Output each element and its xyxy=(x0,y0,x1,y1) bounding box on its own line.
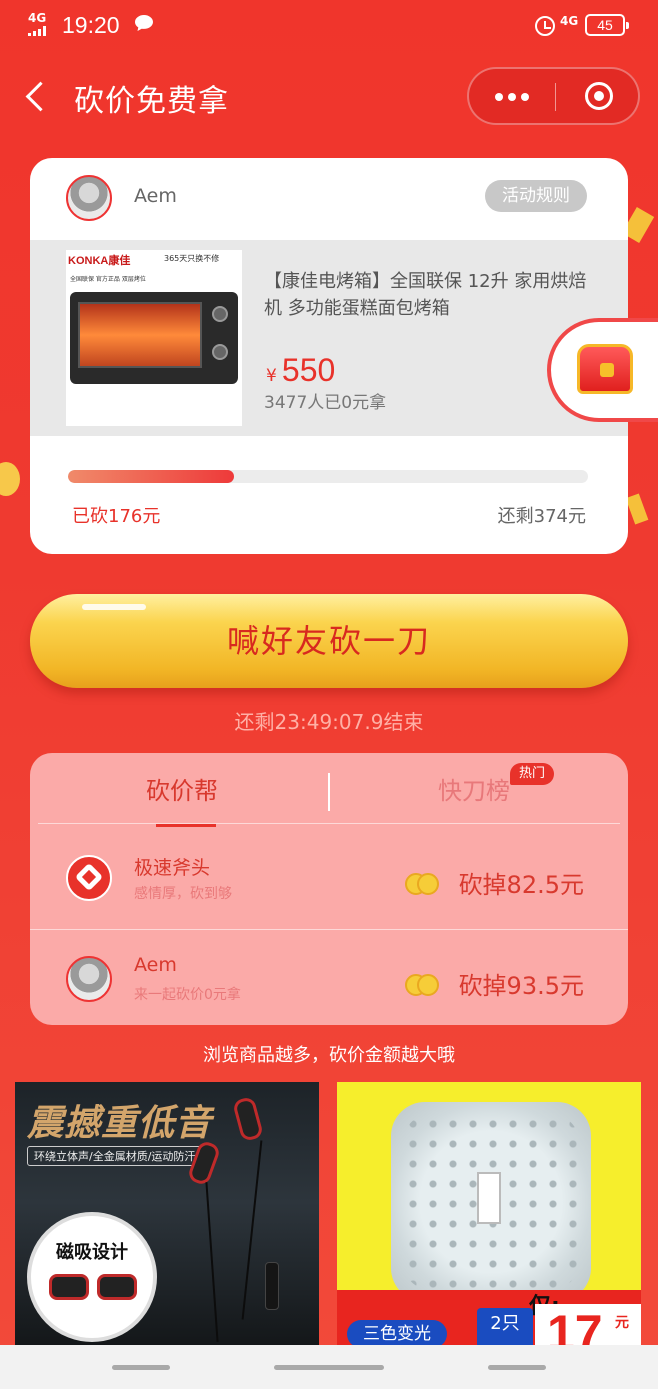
avatar xyxy=(66,956,112,1002)
remote-control-image xyxy=(265,1262,279,1310)
helper-message: 来一起砍价0元拿 xyxy=(134,987,241,1003)
avatar xyxy=(66,175,112,221)
earbud-image xyxy=(231,1095,265,1143)
quantity-tag: 2只 xyxy=(477,1308,533,1350)
alarm-icon xyxy=(535,16,555,36)
magnetic-badge: 磁吸设计 xyxy=(27,1212,157,1342)
product-image-slogan: 365天只换不修 xyxy=(164,254,220,263)
promo-price: 17 元 xyxy=(535,1304,641,1350)
countdown-timer: 还剩23:49:07.9结束 xyxy=(234,710,424,734)
cut-progress-bar xyxy=(68,470,588,483)
signal-icon xyxy=(28,26,48,36)
treasure-chest-button[interactable] xyxy=(547,318,658,422)
cut-amount: 砍掉82.5元 xyxy=(458,871,584,899)
helper-name: 极速斧头 xyxy=(134,857,211,879)
more-dots-icon[interactable] xyxy=(469,69,555,123)
helper-message: 感情厚，砍到够 xyxy=(134,886,232,902)
promo-price-value: 17 xyxy=(547,1305,603,1350)
recommended-product-led-panel[interactable]: 三色变光 仅: 2只 17 元 xyxy=(337,1082,641,1350)
menu-nav-button[interactable] xyxy=(112,1365,170,1370)
status-bar: 4G 19:20 4G 45 xyxy=(0,0,658,54)
invite-friend-button[interactable]: 喊好友砍一刀 xyxy=(30,594,628,688)
network-type: 4G xyxy=(28,11,47,25)
cut-amount: 砍掉93.5元 xyxy=(458,972,584,1000)
product-price: ¥ 550 xyxy=(266,352,335,389)
close-target-icon[interactable] xyxy=(556,69,640,123)
chest-lock xyxy=(600,363,614,377)
cut-progress-fill xyxy=(68,470,235,483)
user-name: Aem xyxy=(134,185,177,207)
oven-window xyxy=(78,302,202,368)
remaining-amount: 还剩374元 xyxy=(497,506,586,527)
promo-subtitle: 环绕立体声/全金属材质/运动防汗 xyxy=(27,1146,203,1166)
nav-bar: 砍价免费拿 xyxy=(0,54,658,138)
product-image[interactable]: KONKA康佳 365天只换不修 全国联保 官方正品 双层烤位 xyxy=(66,250,242,426)
led-driver xyxy=(477,1172,501,1224)
hot-badge: 热门 xyxy=(510,763,554,785)
list-item: Aem 来一起砍价0元拿 砍掉93.5元 xyxy=(30,929,628,1025)
tab-helpers[interactable]: 砍价帮 xyxy=(146,771,218,806)
product-info[interactable]: KONKA康佳 365天只换不修 全国联保 官方正品 双层烤位 【康佳电烤箱】全… xyxy=(30,240,628,436)
divider xyxy=(38,823,620,824)
tab-divider xyxy=(328,773,330,811)
promo-title: 震撼重低音 xyxy=(27,1103,213,1144)
battery-icon: 45 xyxy=(585,14,629,36)
color-tag: 三色变光 xyxy=(347,1320,447,1348)
coin-icon xyxy=(405,871,443,897)
cable-image xyxy=(205,1182,219,1342)
coin-decoration xyxy=(0,462,20,496)
clock: 19:20 xyxy=(62,12,120,38)
page-title: 砍价免费拿 xyxy=(74,84,229,119)
earbud-image xyxy=(97,1274,137,1300)
currency-symbol: ¥ xyxy=(266,366,277,386)
price-value: 550 xyxy=(281,352,336,388)
helper-name: Aem xyxy=(134,954,177,976)
invite-friend-label: 喊好友砍一刀 xyxy=(226,622,431,660)
network-type-right: 4G xyxy=(560,14,579,28)
badge-text: 磁吸设计 xyxy=(56,1242,128,1263)
oven-illustration xyxy=(70,292,238,384)
back-nav-button[interactable] xyxy=(488,1365,546,1370)
chat-icon xyxy=(135,15,153,31)
list-item: 极速斧头 感情厚，砍到够 砍掉82.5元 xyxy=(30,829,628,929)
button-gloss xyxy=(82,604,146,610)
coin-icon xyxy=(405,972,443,998)
cable-image xyxy=(241,1140,263,1320)
treasure-chest-icon xyxy=(577,344,633,394)
tab-leaderboard[interactable]: 快刀榜 xyxy=(438,771,510,806)
product-title[interactable]: 【康佳电烤箱】全国联保 12升 家用烘焙机 多功能蛋糕面包烤箱 xyxy=(264,268,604,322)
activity-rules-button[interactable]: 活动规则 xyxy=(485,180,587,212)
product-image-brand: KONKA康佳 xyxy=(68,255,131,267)
back-arrow-icon[interactable] xyxy=(22,80,50,114)
sold-count: 3477人已0元拿 xyxy=(264,393,387,413)
oven-knob xyxy=(212,344,228,360)
active-tab-indicator xyxy=(156,824,216,827)
miniprogram-capsule xyxy=(467,67,640,125)
cut-done-amount: 已砍176元 xyxy=(72,506,161,527)
home-nav-button[interactable] xyxy=(274,1365,384,1370)
product-card: Aem 活动规则 KONKA康佳 365天只换不修 全国联保 官方正品 双层烤位… xyxy=(30,158,628,554)
helpers-panel: 砍价帮 快刀榜 热门 极速斧头 感情厚，砍到够 砍掉82.5元 Aem 来一起砍… xyxy=(30,753,628,1025)
earbud-image xyxy=(49,1274,89,1300)
promo-price-unit: 元 xyxy=(615,1315,629,1331)
avatar xyxy=(66,855,112,901)
browse-hint: 浏览商品越多，砍价金额越大哦 xyxy=(203,1045,455,1066)
oven-knob xyxy=(212,306,228,322)
led-panel-image xyxy=(391,1102,591,1302)
system-nav-bar xyxy=(0,1345,658,1389)
product-image-tags: 全国联保 官方正品 双层烤位 xyxy=(70,276,146,283)
confetti-decoration xyxy=(625,493,649,525)
recommended-product-earphones[interactable]: 震撼重低音 环绕立体声/全金属材质/运动防汗 磁吸设计 xyxy=(15,1082,319,1350)
